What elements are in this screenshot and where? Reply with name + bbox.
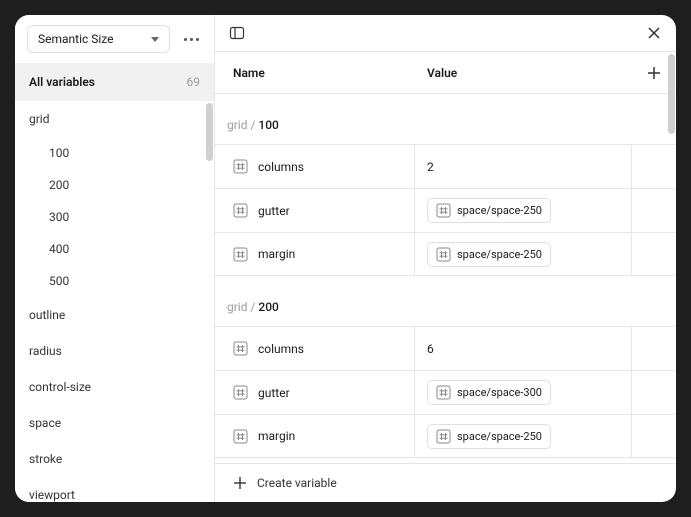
variable-name: gutter [258, 204, 290, 218]
create-variable-label: Create variable [257, 476, 337, 490]
sidebar-subgroup[interactable]: 200 [15, 169, 214, 201]
variable-group-header: grid / 100 [215, 94, 676, 144]
sidebar-group[interactable]: stroke [15, 441, 214, 477]
row-end-cell [632, 145, 676, 188]
sidebar-subgroup[interactable]: 400 [15, 233, 214, 265]
number-variable-icon [436, 385, 451, 400]
row-end-cell [632, 415, 676, 457]
all-variables-button[interactable]: All variables 69 [15, 63, 214, 101]
sidebar-group[interactable]: outline [15, 297, 214, 333]
variable-name: gutter [258, 386, 290, 400]
sidebar-header: Semantic Size [15, 15, 214, 63]
variable-name: margin [258, 247, 295, 261]
sidebar-subgroup[interactable]: 100 [15, 137, 214, 169]
alias-chip[interactable]: space/space-250 [427, 424, 551, 449]
number-variable-icon [233, 341, 248, 356]
more-horizontal-icon [184, 38, 199, 41]
sidebar-group-list: grid100200300400500outlineradiuscontrol-… [15, 101, 214, 502]
collection-actions-button[interactable] [178, 26, 204, 52]
variable-value-cell[interactable]: 6 [415, 327, 632, 370]
variable-name-cell[interactable]: gutter [215, 371, 415, 414]
plus-icon [233, 476, 247, 490]
variable-name: margin [258, 429, 295, 443]
variable-name: columns [258, 160, 304, 174]
collection-select[interactable]: Semantic Size [27, 25, 170, 53]
variable-row[interactable]: margin space/space-250 [215, 414, 676, 458]
sidebar-group[interactable]: viewport [15, 477, 214, 502]
variable-name-cell[interactable]: columns [215, 327, 415, 370]
number-value: 2 [427, 160, 434, 174]
sidebar-scrollbar[interactable] [206, 103, 213, 161]
number-variable-icon [233, 203, 248, 218]
number-variable-icon [233, 247, 248, 262]
row-end-cell [632, 371, 676, 414]
sidebar: Semantic Size All variables 69 grid10020… [15, 15, 215, 502]
number-variable-icon [436, 429, 451, 444]
alias-value: space/space-250 [457, 204, 542, 217]
all-variables-count: 69 [187, 75, 201, 89]
collection-name: Semantic Size [38, 32, 114, 46]
number-variable-icon [233, 159, 248, 174]
alias-chip[interactable]: space/space-250 [427, 242, 551, 267]
sidebar-subgroup[interactable]: 500 [15, 265, 214, 297]
variable-row[interactable]: gutter space/space-300 [215, 370, 676, 414]
variable-value-cell[interactable]: space/space-250 [415, 189, 632, 232]
variable-row[interactable]: gutter space/space-250 [215, 188, 676, 232]
variable-value-cell[interactable]: space/space-250 [415, 233, 632, 275]
variable-row[interactable]: margin space/space-250 [215, 232, 676, 276]
alias-chip[interactable]: space/space-250 [427, 198, 551, 223]
alias-value: space/space-250 [457, 430, 542, 443]
number-value: 6 [427, 342, 434, 356]
main-header [215, 15, 676, 52]
variable-name-cell[interactable]: gutter [215, 189, 415, 232]
alias-value: space/space-300 [457, 386, 542, 399]
table-header: Name Value [215, 52, 676, 94]
variable-name-cell[interactable]: margin [215, 233, 415, 275]
row-end-cell [632, 189, 676, 232]
variable-group-header: grid / 200 [215, 276, 676, 326]
number-variable-icon [436, 203, 451, 218]
alias-value: space/space-250 [457, 248, 542, 261]
close-icon[interactable] [646, 25, 662, 41]
sidebar-group[interactable]: control-size [15, 369, 214, 405]
chevron-down-icon [151, 37, 159, 42]
column-header-name: Name [215, 66, 415, 80]
main-content: Name Value grid / 100 columns 2 gutter space… [215, 15, 676, 502]
variables-table: Name Value grid / 100 columns 2 gutter space… [215, 52, 676, 463]
sidebar-toggle-icon[interactable] [229, 25, 245, 41]
variable-value-cell[interactable]: 2 [415, 145, 632, 188]
row-end-cell [632, 327, 676, 370]
sidebar-group[interactable]: grid [15, 101, 214, 137]
variable-value-cell[interactable]: space/space-250 [415, 415, 632, 457]
variable-name-cell[interactable]: columns [215, 145, 415, 188]
number-variable-icon [436, 247, 451, 262]
alias-chip[interactable]: space/space-300 [427, 380, 551, 405]
number-variable-icon [233, 429, 248, 444]
sidebar-group[interactable]: radius [15, 333, 214, 369]
variable-row[interactable]: columns 2 [215, 144, 676, 188]
variables-panel: Semantic Size All variables 69 grid10020… [15, 15, 676, 502]
number-variable-icon [233, 385, 248, 400]
variable-row[interactable]: columns 6 [215, 326, 676, 370]
create-variable-button[interactable]: Create variable [215, 463, 676, 502]
row-end-cell [632, 233, 676, 275]
variable-name-cell[interactable]: margin [215, 415, 415, 457]
sidebar-group[interactable]: space [15, 405, 214, 441]
column-header-value: Value [415, 66, 632, 80]
variable-value-cell[interactable]: space/space-300 [415, 371, 632, 414]
all-variables-label: All variables [29, 75, 95, 89]
variable-name: columns [258, 342, 304, 356]
sidebar-subgroup[interactable]: 300 [15, 201, 214, 233]
main-scrollbar[interactable] [668, 54, 675, 134]
